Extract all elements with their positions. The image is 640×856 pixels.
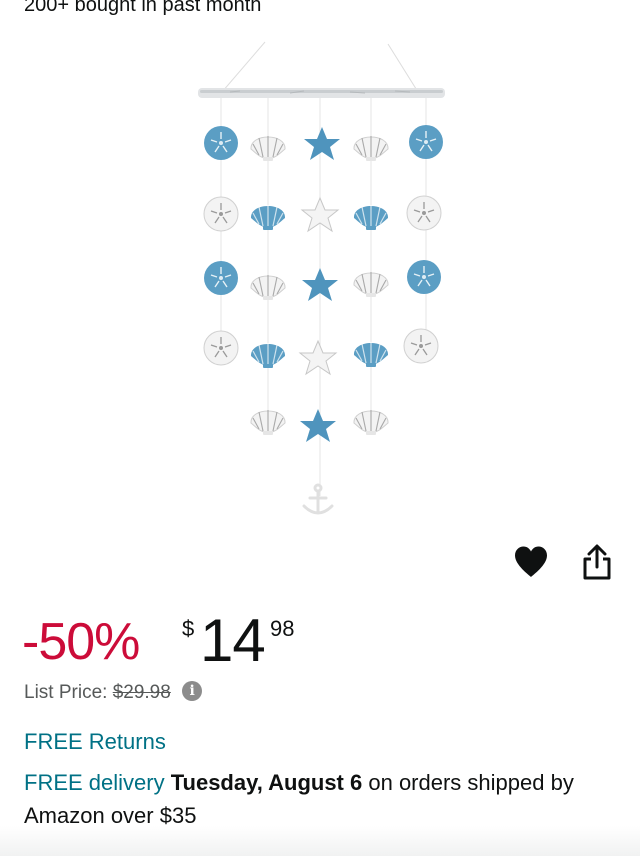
bottom-divider [0,826,640,856]
info-icon[interactable]: i [182,680,203,701]
list-price-row: List Price: $29.98 i [24,680,203,704]
delivery-date: Tuesday, August 6 [170,770,363,795]
free-returns-link[interactable]: FREE Returns [24,729,166,755]
share-button[interactable] [580,544,614,582]
list-price-label: List Price: [24,682,108,703]
price-fraction: 98 [270,616,295,641]
price-currency-symbol: $ [182,616,195,641]
discount-percentage: -50% [22,613,140,671]
price-whole: 14 [200,607,266,674]
list-price-value: $29.98 [112,682,171,703]
product-image[interactable] [180,36,460,526]
delivery-message: FREE delivery Tuesday, August 6 on order… [24,766,614,832]
share-icon [583,544,611,580]
add-to-wishlist-button[interactable] [512,544,550,580]
heart-icon [515,546,547,577]
bought-in-past-month-badge: 200+ bought in past month [24,0,262,16]
free-delivery-link[interactable]: FREE delivery [24,770,165,795]
